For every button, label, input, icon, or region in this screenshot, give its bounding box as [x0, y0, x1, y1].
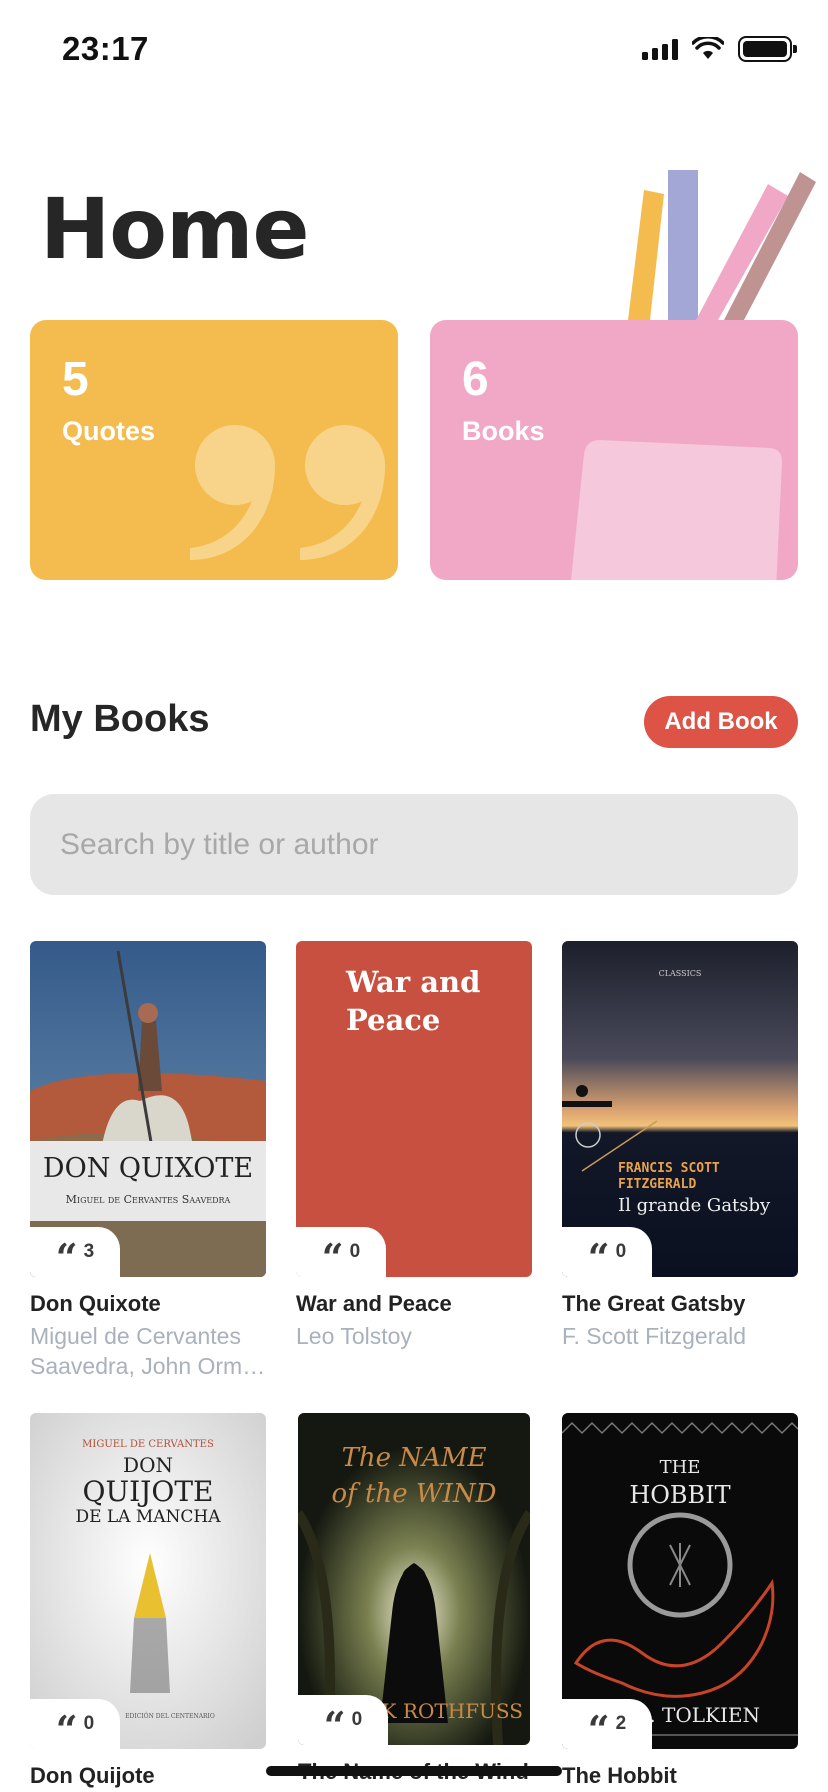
status-time: 23:17	[62, 30, 149, 67]
cover-footer: EDICIÓN DEL CENTENARIO	[125, 1713, 215, 1720]
cover-title: War and Peace	[346, 965, 481, 1037]
book-card[interactable]: MIGUEL DE CERVANTES DON QUIJOTE DE LA MA…	[30, 1413, 266, 1789]
quote-count: 3	[83, 1241, 95, 1262]
book-title: The Hobbit	[562, 1763, 677, 1788]
section-title: My Books	[30, 698, 210, 740]
battery-icon	[738, 36, 797, 62]
quote-count: 2	[615, 1713, 627, 1734]
book-author: Miguel de Cervantes Saavedra, John Orm…	[30, 1323, 266, 1379]
page-title: Home	[40, 180, 310, 278]
book-card[interactable]: The NAME of the WIND PATRICK ROTHFUSS “ …	[298, 1413, 530, 1785]
quote-count-badge: “ 2	[562, 1699, 652, 1749]
book-card[interactable]: CLASSICS FRANCIS SCOTT FITZGERALD Il gra…	[562, 941, 798, 1351]
book-title: Don Quixote	[30, 1291, 161, 1316]
cover-author: MIGUEL DE CERVANTES	[82, 1439, 214, 1450]
cellular-signal-icon	[642, 38, 678, 60]
status-icons	[642, 36, 797, 62]
quote-icon: “	[55, 1235, 78, 1277]
quote-count-badge: “ 0	[298, 1695, 388, 1745]
cover-title: Il grande Gatsby	[618, 1195, 771, 1216]
book-card[interactable]: DON QUIXOTE Miguel de Cervantes Saavedra…	[30, 941, 266, 1381]
quotes-label: Quotes	[62, 416, 156, 446]
book-author: Leo Tolstoy	[296, 1323, 412, 1349]
cover-author: FRANCIS SCOTT FITZGERALD	[618, 1161, 720, 1192]
quote-icon: “	[587, 1707, 610, 1749]
book-title: War and Peace	[296, 1291, 452, 1316]
quote-icon: “	[323, 1703, 346, 1745]
book-cover[interactable]: CLASSICS FRANCIS SCOTT FITZGERALD Il gra…	[562, 941, 798, 1277]
cover-title-line-1: The NAME	[341, 1443, 487, 1473]
cover-title-line-1: DON	[123, 1453, 173, 1477]
quote-count: 0	[615, 1241, 627, 1262]
book-cover[interactable]: The NAME of the WIND PATRICK ROTHFUSS “ …	[298, 1413, 530, 1745]
book-title: Don Quijote	[30, 1763, 155, 1788]
book-card[interactable]: War and Peace “ 0 War and Peace Leo Tols…	[296, 941, 532, 1351]
quote-count: 0	[83, 1713, 95, 1734]
books-stat-card[interactable]: 6 Books	[430, 320, 798, 580]
home-indicator	[266, 1766, 562, 1776]
cover-series: CLASSICS	[658, 969, 702, 978]
book-card[interactable]: THE HOBBIT J.R.R. TOLKIEN “ 2 The Hobbit	[562, 1413, 798, 1789]
quote-icon: “	[55, 1707, 78, 1749]
cover-title-line-2: of the WIND	[331, 1479, 497, 1509]
book-cover[interactable]: THE HOBBIT J.R.R. TOLKIEN “ 2	[562, 1413, 798, 1749]
quotes-stat-card[interactable]: 5 Quotes	[30, 320, 398, 580]
cover-title: DON QUIXOTE	[42, 1153, 254, 1184]
cover-title-line-3: DE LA MANCHA	[75, 1507, 221, 1527]
quote-decoration-icon	[190, 425, 385, 560]
search-input[interactable]	[30, 794, 798, 895]
cover-title-line-2: HOBBIT	[629, 1481, 731, 1509]
cover-title-line-2: QUIJOTE	[82, 1475, 214, 1508]
book-cover[interactable]: DON QUIXOTE Miguel de Cervantes Saavedra…	[30, 941, 266, 1277]
quote-count-badge: “ 0	[296, 1227, 386, 1277]
books-count: 6	[462, 353, 489, 406]
book-cover[interactable]: War and Peace “ 0	[296, 941, 532, 1277]
quote-count-badge: “ 3	[30, 1227, 120, 1277]
book-cover[interactable]: MIGUEL DE CERVANTES DON QUIJOTE DE LA MA…	[30, 1413, 266, 1749]
quote-icon: “	[321, 1235, 344, 1277]
book-title: The Great Gatsby	[562, 1291, 746, 1316]
wifi-icon	[692, 37, 724, 59]
quote-count-badge: “ 0	[562, 1227, 652, 1277]
quote-icon: “	[587, 1235, 610, 1277]
book-author: F. Scott Fitzgerald	[562, 1323, 747, 1349]
quote-count: 0	[349, 1241, 361, 1262]
add-book-button[interactable]: Add Book	[644, 696, 798, 748]
quote-count-badge: “ 0	[30, 1699, 120, 1749]
cover-title-line-1: THE	[659, 1457, 701, 1478]
quote-count: 0	[351, 1709, 363, 1730]
quotes-count: 5	[62, 353, 89, 406]
books-label: Books	[462, 416, 545, 446]
book-decoration-icon	[571, 440, 782, 580]
book-shelf-illustration	[628, 170, 816, 320]
cover-subtitle: Miguel de Cervantes Saavedra	[65, 1193, 231, 1206]
status-bar: 23:17	[0, 0, 828, 100]
